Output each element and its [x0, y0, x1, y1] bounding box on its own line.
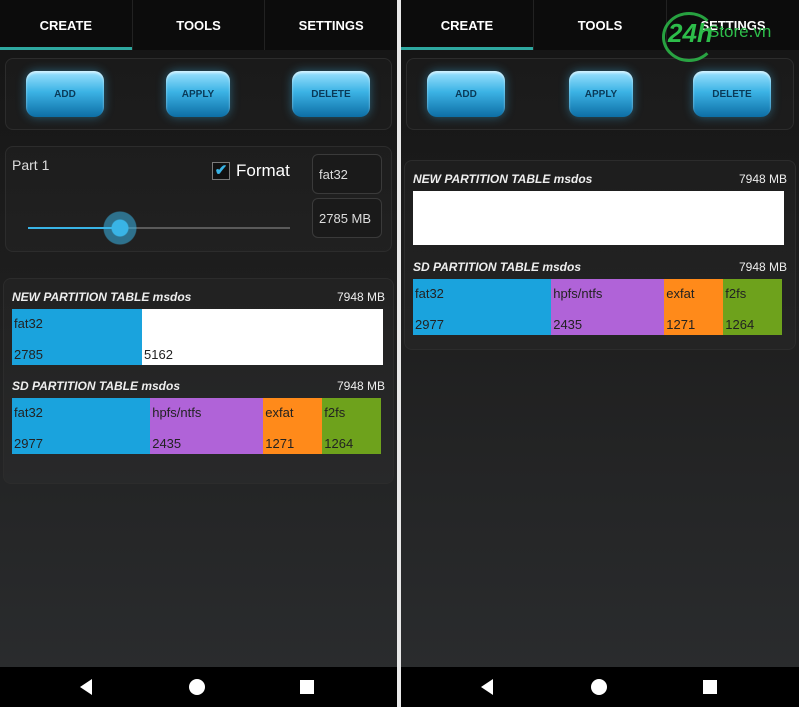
segment-name: f2fs: [324, 405, 346, 420]
new-table-size: 7948 MB: [738, 172, 787, 186]
segment-value: 1271: [666, 317, 696, 332]
checkmark-icon: ✔: [214, 162, 228, 179]
segment-value: 2977: [14, 436, 43, 451]
recent-apps-icon[interactable]: [703, 680, 717, 694]
sd-table-bar: fat32 2977 hpfs/ntfs 2435 exfat 1271 f2f…: [12, 398, 381, 454]
new-table-title: NEW PARTITION TABLE msdos: [413, 172, 593, 186]
segment-name: exfat: [265, 405, 294, 420]
tab-create[interactable]: CREATE: [401, 0, 534, 50]
sd-table-bar: fat32 2977 hpfs/ntfs 2435 exfat 1271 f2f…: [413, 279, 782, 335]
partition-label: Part 1: [12, 157, 50, 173]
back-icon[interactable]: [481, 679, 493, 695]
format-label: Format: [236, 161, 290, 180]
apply-button[interactable]: APPLY: [569, 71, 633, 117]
recent-apps-icon[interactable]: [300, 680, 314, 694]
sd-segment-ntfs[interactable]: hpfs/ntfs 2435: [150, 398, 264, 454]
sd-table-title: SD PARTITION TABLE msdos: [12, 379, 181, 393]
back-icon[interactable]: [80, 679, 92, 695]
partition-tables-panel: NEW PARTITION TABLE msdos 7948 MB fat32 …: [3, 278, 394, 484]
new-table-segment-fat32[interactable]: fat32 2785: [12, 309, 143, 365]
add-button[interactable]: ADD: [26, 71, 104, 117]
segment-name: hpfs/ntfs: [152, 405, 202, 420]
watermark-text: Store.vn: [708, 22, 772, 41]
segment-name: exfat: [666, 286, 695, 301]
system-nav-bar: [401, 667, 799, 707]
action-buttons-panel: ADD APPLY DELETE: [406, 58, 794, 130]
partition-editor-panel: Part 1 ✔ Format fat32 2785 MB: [5, 146, 392, 252]
segment-name: hpfs/ntfs: [553, 286, 603, 301]
home-icon[interactable]: [591, 679, 607, 695]
tab-create[interactable]: CREATE: [0, 0, 133, 50]
segment-value: 2435: [152, 436, 182, 451]
segment-value: 1271: [265, 436, 295, 451]
segment-name: fat32: [14, 316, 43, 331]
watermark-number: 24h: [668, 18, 713, 48]
action-buttons-panel: ADD APPLY DELETE: [5, 58, 392, 130]
segment-value: 1264: [324, 436, 354, 451]
delete-button[interactable]: DELETE: [693, 71, 771, 117]
apply-button[interactable]: APPLY: [166, 71, 230, 117]
segment-name: fat32: [415, 286, 444, 301]
tab-settings[interactable]: SETTINGS: [265, 0, 397, 50]
segment-name: f2fs: [725, 286, 747, 301]
system-nav-bar: [0, 667, 397, 707]
partition-tables-panel: NEW PARTITION TABLE msdos 7948 MB SD PAR…: [404, 160, 796, 350]
sd-table-size: 7948 MB: [336, 379, 385, 393]
new-table-bar-empty[interactable]: [413, 191, 784, 245]
tab-tools[interactable]: TOOLS: [133, 0, 266, 50]
new-table-title: NEW PARTITION TABLE msdos: [12, 290, 192, 304]
sd-table-title: SD PARTITION TABLE msdos: [413, 260, 582, 274]
new-table-bar: fat32 2785 5162: [12, 309, 383, 365]
segment-name: fat32: [14, 405, 43, 420]
size-field[interactable]: 2785 MB: [312, 198, 382, 238]
sd-segment-exfat[interactable]: exfat 1271: [263, 398, 323, 454]
delete-button[interactable]: DELETE: [292, 71, 370, 117]
home-icon[interactable]: [189, 679, 205, 695]
sd-segment-ntfs[interactable]: hpfs/ntfs 2435: [551, 279, 665, 335]
size-slider[interactable]: [28, 211, 290, 245]
sd-segment-fat32[interactable]: fat32 2977: [12, 398, 151, 454]
slider-thumb[interactable]: [102, 211, 137, 245]
segment-value: 5162: [144, 347, 173, 362]
left-screen: CREATE TOOLS SETTINGS ADD APPLY DELETE P…: [0, 0, 397, 707]
tab-bar: CREATE TOOLS SETTINGS: [0, 0, 397, 50]
segment-value: 2977: [415, 317, 444, 332]
sd-segment-f2fs[interactable]: f2fs 1264: [723, 279, 782, 335]
sd-segment-exfat[interactable]: exfat 1271: [664, 279, 724, 335]
sd-table-size: 7948 MB: [738, 260, 787, 274]
new-table-size: 7948 MB: [336, 290, 385, 304]
segment-value: 2435: [553, 317, 583, 332]
tab-tools[interactable]: TOOLS: [534, 0, 667, 50]
add-button[interactable]: ADD: [427, 71, 505, 117]
segment-value: 2785: [14, 347, 43, 362]
sd-segment-fat32[interactable]: fat32 2977: [413, 279, 552, 335]
new-table-segment-free[interactable]: 5162: [142, 309, 383, 365]
right-screen: CREATE TOOLS SETTINGS ADD APPLY DELETE N…: [401, 0, 799, 707]
sd-segment-f2fs[interactable]: f2fs 1264: [322, 398, 381, 454]
format-checkbox[interactable]: ✔: [212, 162, 230, 180]
filesystem-field[interactable]: fat32: [312, 154, 382, 194]
segment-value: 1264: [725, 317, 755, 332]
